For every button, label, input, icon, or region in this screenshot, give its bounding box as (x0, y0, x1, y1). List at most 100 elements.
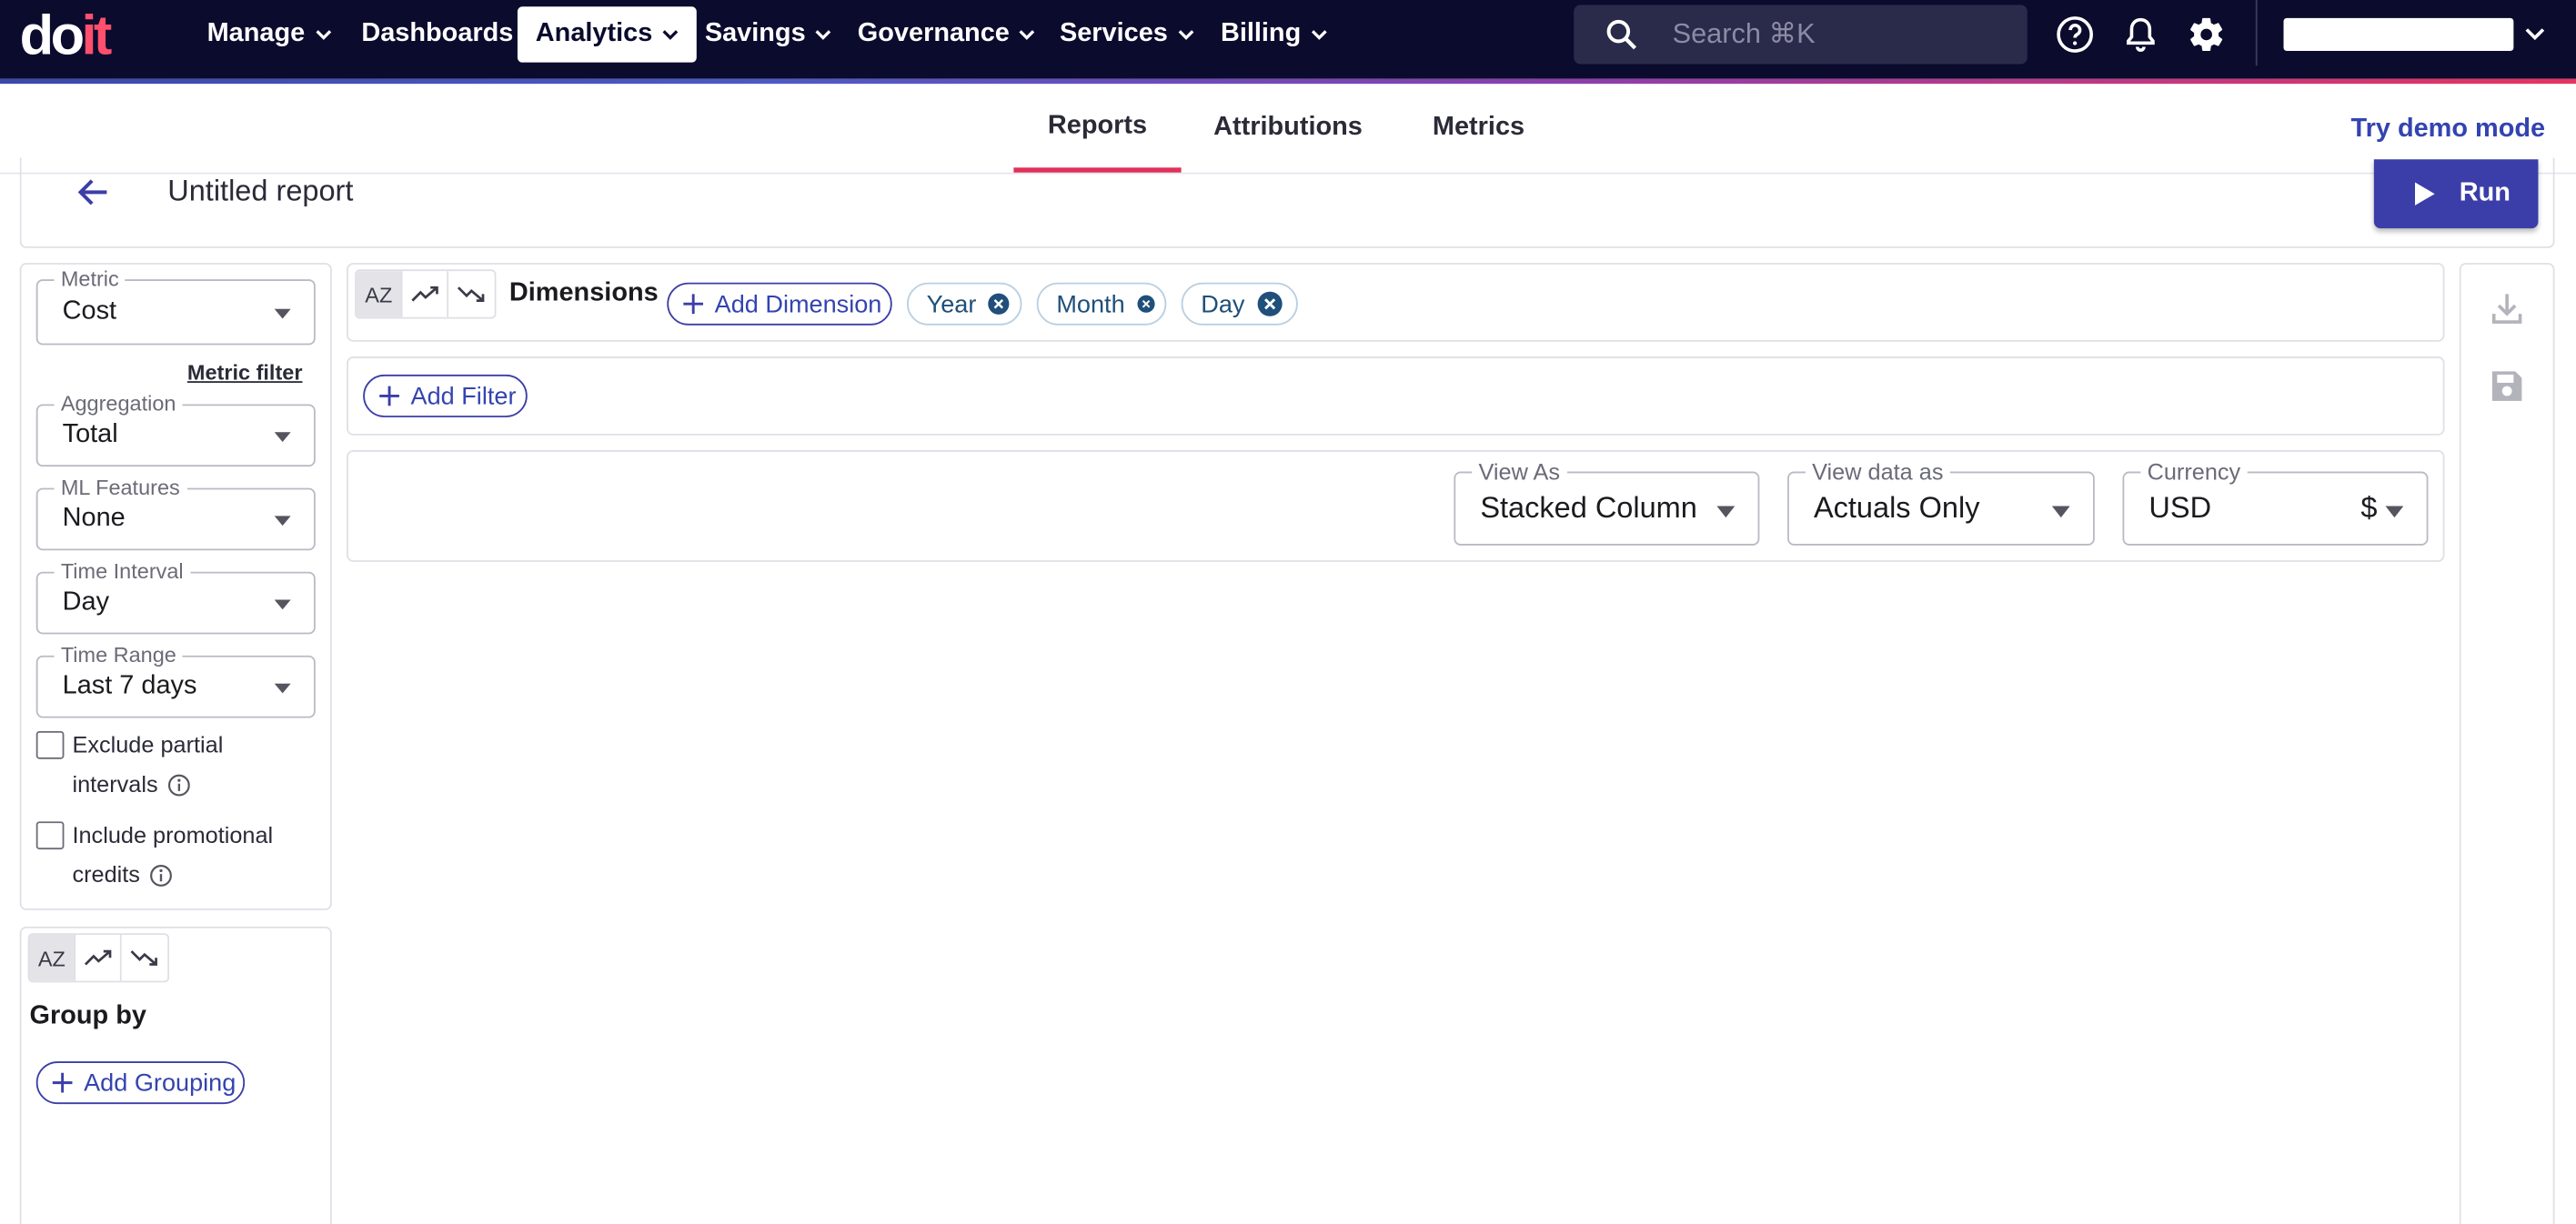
tab-label: Metrics (1432, 113, 1525, 142)
add-filter-button[interactable]: Add Filter (363, 374, 528, 417)
time-range-label: Time Range (54, 642, 184, 667)
trending-down-icon (457, 286, 485, 302)
view-data-as-select[interactable]: View data as Actuals Only (1787, 458, 2095, 546)
currency-symbol: $ (2360, 491, 2378, 525)
dropdown-arrow-icon (274, 308, 291, 319)
nav-analytics[interactable]: Analytics (517, 6, 698, 63)
nav-label: Billing (1220, 19, 1302, 48)
bell-icon[interactable] (2121, 15, 2160, 54)
chevron-down-icon (1178, 30, 1194, 40)
sort-descending-button[interactable] (122, 935, 168, 981)
include-promo-line1: Include promotional (72, 821, 274, 848)
aggregation-value: Total (62, 420, 118, 449)
sort-descending-button[interactable] (448, 271, 495, 317)
logo-part-do: do (19, 5, 85, 68)
user-account-menu[interactable] (2283, 17, 2514, 52)
dimensions-title: Dimensions (508, 279, 659, 307)
dimension-chip-day[interactable]: Day (1181, 282, 1298, 326)
play-icon (2414, 182, 2435, 206)
chevron-down-icon[interactable] (2523, 25, 2546, 45)
currency-label: Currency (2140, 458, 2248, 485)
aggregation-select[interactable]: Aggregation Total (35, 390, 316, 467)
search-placeholder: Search ⌘K (1672, 17, 1816, 50)
global-search[interactable]: Search ⌘K (1574, 5, 2028, 65)
remove-chip-icon[interactable] (1136, 291, 1155, 317)
dropdown-arrow-icon (1716, 506, 1736, 518)
remove-chip-icon[interactable] (988, 291, 1011, 317)
dropdown-arrow-icon (274, 432, 291, 443)
sort-ascending-button[interactable] (402, 271, 449, 317)
sort-alpha-button[interactable]: AZ (356, 271, 403, 317)
metric-filter-link[interactable]: Metric filter (187, 360, 303, 385)
metric-value: Cost (62, 297, 117, 326)
trending-up-icon (84, 949, 111, 966)
report-actions-rail (2459, 263, 2555, 1224)
dropdown-arrow-icon (274, 599, 291, 610)
try-demo-mode-link[interactable]: Try demo mode (2351, 115, 2546, 145)
ml-features-value: None (62, 504, 126, 533)
currency-select[interactable]: Currency USD $ (2122, 458, 2429, 546)
add-filter-label: Add Filter (410, 382, 517, 410)
nav-billing[interactable]: Billing (1202, 6, 1345, 62)
exclude-partial-line1: Exclude partial (72, 730, 224, 757)
view-data-as-label: View data as (1805, 458, 1950, 485)
view-as-label: View As (1472, 458, 1567, 485)
group-by-title: Group by (29, 1002, 146, 1030)
dimensions-bar (347, 263, 2445, 342)
chevron-down-icon (662, 30, 679, 40)
nav-label: Analytics (535, 19, 653, 48)
exclude-partial-checkbox[interactable] (35, 730, 65, 759)
back-arrow-icon[interactable] (74, 173, 113, 212)
nav-dashboards[interactable]: Dashboards (343, 6, 531, 62)
dropdown-arrow-icon (274, 683, 291, 694)
info-icon[interactable] (150, 865, 173, 888)
report-title[interactable]: Untitled report (167, 175, 353, 209)
nav-governance[interactable]: Governance (840, 6, 1054, 62)
nav-services[interactable]: Services (1041, 6, 1213, 62)
view-as-select[interactable]: View As Stacked Column (1454, 458, 1760, 546)
plus-icon (52, 1072, 73, 1093)
time-interval-select[interactable]: Time Interval Day (35, 558, 316, 635)
search-icon (1606, 19, 1637, 50)
group-sort-toggle: AZ (27, 933, 170, 983)
time-range-value: Last 7 days (62, 671, 197, 700)
exclude-partial-line2: intervals (72, 770, 158, 798)
nav-savings[interactable]: Savings (687, 6, 850, 62)
gear-icon[interactable] (2187, 15, 2226, 54)
sort-ascending-button[interactable] (75, 935, 122, 981)
topbar-divider (2255, 0, 2258, 66)
chevron-down-icon (816, 30, 831, 40)
add-grouping-label: Add Grouping (84, 1068, 236, 1097)
chevron-down-icon (315, 30, 331, 40)
logo-part-it: it (81, 5, 112, 68)
top-navbar: doit Manage Dashboards Analytics Savings… (0, 0, 2576, 79)
run-button[interactable]: Run (2373, 159, 2539, 229)
nav-manage[interactable]: Manage (189, 6, 349, 62)
info-icon[interactable] (167, 774, 191, 798)
time-range-select[interactable]: Time Range Last 7 days (35, 642, 316, 718)
ml-features-label: ML Features (54, 475, 186, 500)
add-dimension-button[interactable]: Add Dimension (667, 282, 892, 326)
help-icon[interactable] (2055, 15, 2094, 54)
include-promotional-label: Include promotional credits (72, 815, 273, 894)
dimension-chip-year[interactable]: Year (906, 282, 1022, 326)
include-promo-line2: credits (72, 860, 140, 888)
dimension-sort-toggle: AZ (355, 269, 497, 319)
dimension-chip-month[interactable]: Month (1036, 282, 1167, 326)
doit-logo[interactable]: doit (19, 5, 113, 68)
remove-chip-icon[interactable] (1256, 291, 1283, 317)
sort-alpha-button[interactable]: AZ (29, 935, 76, 981)
report-header (19, 157, 2555, 248)
tab-label: Attributions (1213, 113, 1363, 142)
save-icon[interactable] (2487, 366, 2526, 406)
nav-label: Dashboards (361, 19, 514, 48)
metric-select[interactable]: Metric Cost (35, 266, 316, 346)
download-icon[interactable] (2487, 289, 2526, 328)
add-grouping-button[interactable]: Add Grouping (35, 1061, 246, 1105)
include-promotional-checkbox[interactable] (35, 821, 65, 850)
ml-features-select[interactable]: ML Features None (35, 475, 316, 551)
trending-down-icon (130, 950, 157, 966)
filters-bar (347, 356, 2445, 436)
currency-value: USD (2148, 491, 2212, 525)
nav-label: Governance (857, 19, 1010, 48)
